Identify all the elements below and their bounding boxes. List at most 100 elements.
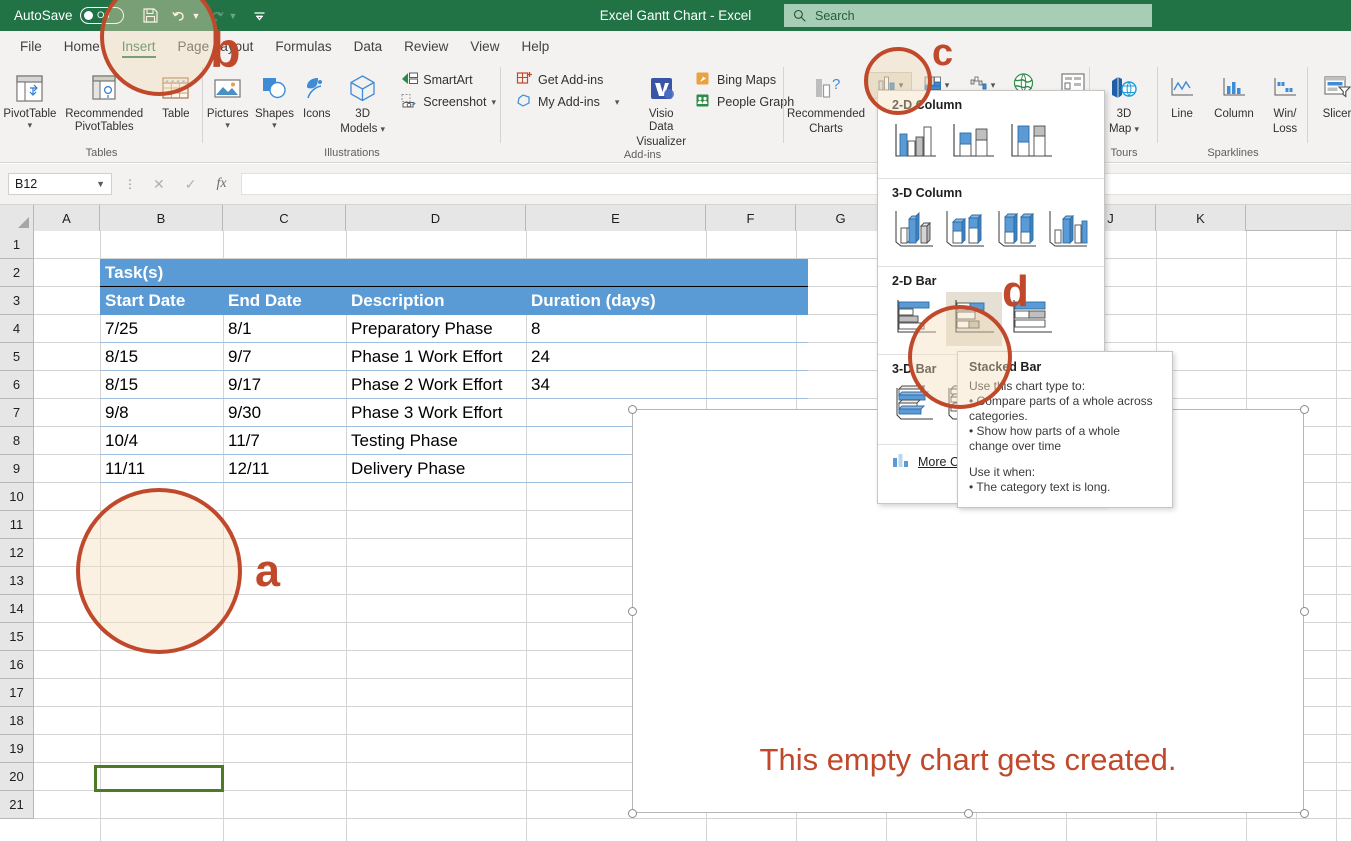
row-header-9[interactable]: 9 (0, 455, 34, 483)
row-header-19[interactable]: 19 (0, 735, 34, 763)
sparkline-line-button[interactable]: Line (1158, 66, 1206, 121)
column-header-e[interactable]: E (526, 205, 706, 231)
insert-function-fx-icon[interactable]: fx (216, 176, 226, 192)
3d-100-percent-stacked-column-icon[interactable] (991, 204, 1043, 258)
icons-button[interactable]: Icons (297, 66, 338, 121)
my-addins-chevron-down-icon[interactable]: ▾ (615, 97, 620, 108)
3d-column-icon[interactable] (1043, 204, 1095, 258)
chart-handle-bottom-right[interactable] (1300, 809, 1309, 818)
row-header-5[interactable]: 5 (0, 343, 34, 371)
cell-b5[interactable]: 8/15 (100, 343, 223, 371)
save-icon[interactable] (138, 3, 164, 28)
customize-qat-icon[interactable] (246, 3, 272, 28)
cell-e5[interactable]: 24 (526, 343, 808, 371)
row-header-10[interactable]: 10 (0, 483, 34, 511)
3d-models-button[interactable]: 3D Models ▾ (337, 66, 388, 136)
row-header-8[interactable]: 8 (0, 427, 34, 455)
row-header-14[interactable]: 14 (0, 595, 34, 623)
cell-c5[interactable]: 9/7 (223, 343, 346, 371)
cell-c9[interactable]: 12/11 (223, 455, 346, 483)
cell-d4[interactable]: Preparatory Phase (346, 315, 526, 343)
tasks-banner[interactable]: Task(s) (100, 259, 808, 287)
cell-e6[interactable]: 34 (526, 371, 808, 399)
cell-c7[interactable]: 9/30 (223, 399, 346, 427)
cell-b6[interactable]: 8/15 (100, 371, 223, 399)
3d-stacked-column-icon[interactable] (940, 204, 992, 258)
chart-handle-top-left[interactable] (628, 405, 637, 414)
enter-check-icon[interactable]: ✓ (185, 176, 197, 193)
tab-formulas[interactable]: Formulas (264, 31, 342, 61)
tab-help[interactable]: Help (510, 31, 560, 61)
row-header-12[interactable]: 12 (0, 539, 34, 567)
recommended-pivottables-button[interactable]: Recommended PivotTables (60, 66, 149, 134)
selected-cell-b12[interactable] (94, 765, 224, 792)
row-header-1[interactable]: 1 (0, 231, 34, 259)
formula-input[interactable] (241, 173, 1351, 195)
3d-models-chevron-down-icon[interactable]: ▾ (381, 124, 386, 134)
undo-dropdown-chevron-down-icon[interactable]: ▼ (192, 11, 201, 21)
chart-handle-bottom-center[interactable] (964, 809, 973, 818)
get-addins-button[interactable]: Get Add-ins (511, 69, 624, 91)
pictures-chevron-down-icon[interactable]: ▾ (225, 121, 230, 130)
100-percent-stacked-column-icon[interactable] (1004, 116, 1060, 170)
column-header-c[interactable]: C (223, 205, 346, 231)
row-header-4[interactable]: 4 (0, 315, 34, 343)
row-header-2[interactable]: 2 (0, 259, 34, 287)
column-header-f[interactable]: F (706, 205, 796, 231)
table-button[interactable]: Table (149, 66, 203, 121)
autosave-switch[interactable]: Off (80, 7, 124, 24)
table-header-start-date[interactable]: Start Date (100, 287, 223, 315)
table-header-description[interactable]: Description (346, 287, 526, 315)
row-header-21[interactable]: 21 (0, 791, 34, 819)
name-box-chevron-down-icon[interactable]: ▼ (96, 179, 105, 189)
sparkline-winloss-button[interactable]: Win/ Loss (1262, 66, 1308, 136)
table-header-duration[interactable]: Duration (days) (526, 287, 808, 315)
autosave-toggle[interactable]: AutoSave Off (14, 7, 124, 24)
cell-b9[interactable]: 11/11 (100, 455, 223, 483)
row-header-11[interactable]: 11 (0, 511, 34, 539)
3d-clustered-bar-icon[interactable] (888, 380, 940, 434)
formula-bar-grip[interactable]: ⋮ (124, 177, 137, 191)
visio-data-visualizer-button[interactable]: Visio Data Visualizer (636, 66, 686, 149)
pivottable-button[interactable]: PivotTable ▾ (0, 66, 60, 130)
chart-handle-top-right[interactable] (1300, 405, 1309, 414)
3d-clustered-column-icon[interactable] (888, 204, 940, 258)
3d-map-chevron-down-icon[interactable]: ▾ (1135, 124, 1140, 134)
cell-c4[interactable]: 8/1 (223, 315, 346, 343)
search-input[interactable] (815, 9, 1115, 23)
row-header-17[interactable]: 17 (0, 679, 34, 707)
smartart-button[interactable]: SmartArt (396, 69, 501, 91)
stacked-column-icon[interactable] (946, 116, 1002, 170)
cell-d9[interactable]: Delivery Phase (346, 455, 526, 483)
people-graph-button[interactable]: People Graph (690, 91, 799, 113)
clustered-bar-icon[interactable] (888, 292, 944, 346)
column-header-b[interactable]: B (100, 205, 223, 231)
cell-c6[interactable]: 9/17 (223, 371, 346, 399)
chart-handle-bottom-left[interactable] (628, 809, 637, 818)
cell-d8[interactable]: Testing Phase (346, 427, 526, 455)
row-header-20[interactable]: 20 (0, 763, 34, 791)
tab-review[interactable]: Review (393, 31, 459, 61)
column-header-a[interactable]: A (34, 205, 100, 231)
sparkline-column-button[interactable]: Column (1206, 66, 1262, 121)
cell-e4[interactable]: 8 (526, 315, 808, 343)
screenshot-button[interactable]: Screenshot ▾ (396, 91, 501, 113)
tab-home[interactable]: Home (53, 31, 111, 61)
select-all-corner[interactable] (0, 205, 34, 231)
chart-handle-middle-right[interactable] (1300, 607, 1309, 616)
cell-d7[interactable]: Phase 3 Work Effort (346, 399, 526, 427)
screenshot-chevron-down-icon[interactable]: ▾ (491, 97, 496, 108)
bing-maps-button[interactable]: Bing Maps (690, 69, 799, 91)
tab-file[interactable]: File (9, 31, 53, 61)
tab-data[interactable]: Data (343, 31, 394, 61)
column-header-g[interactable]: G (796, 205, 886, 231)
cell-d6[interactable]: Phase 2 Work Effort (346, 371, 526, 399)
table-header-end-date[interactable]: End Date (223, 287, 346, 315)
row-header-15[interactable]: 15 (0, 623, 34, 651)
row-header-18[interactable]: 18 (0, 707, 34, 735)
name-box[interactable]: B12 ▼ (8, 173, 112, 195)
clustered-column-icon[interactable] (888, 116, 944, 170)
search-box[interactable] (784, 4, 1152, 27)
cell-b8[interactable]: 10/4 (100, 427, 223, 455)
recommended-charts-button[interactable]: ? Recommended Charts (784, 66, 868, 136)
